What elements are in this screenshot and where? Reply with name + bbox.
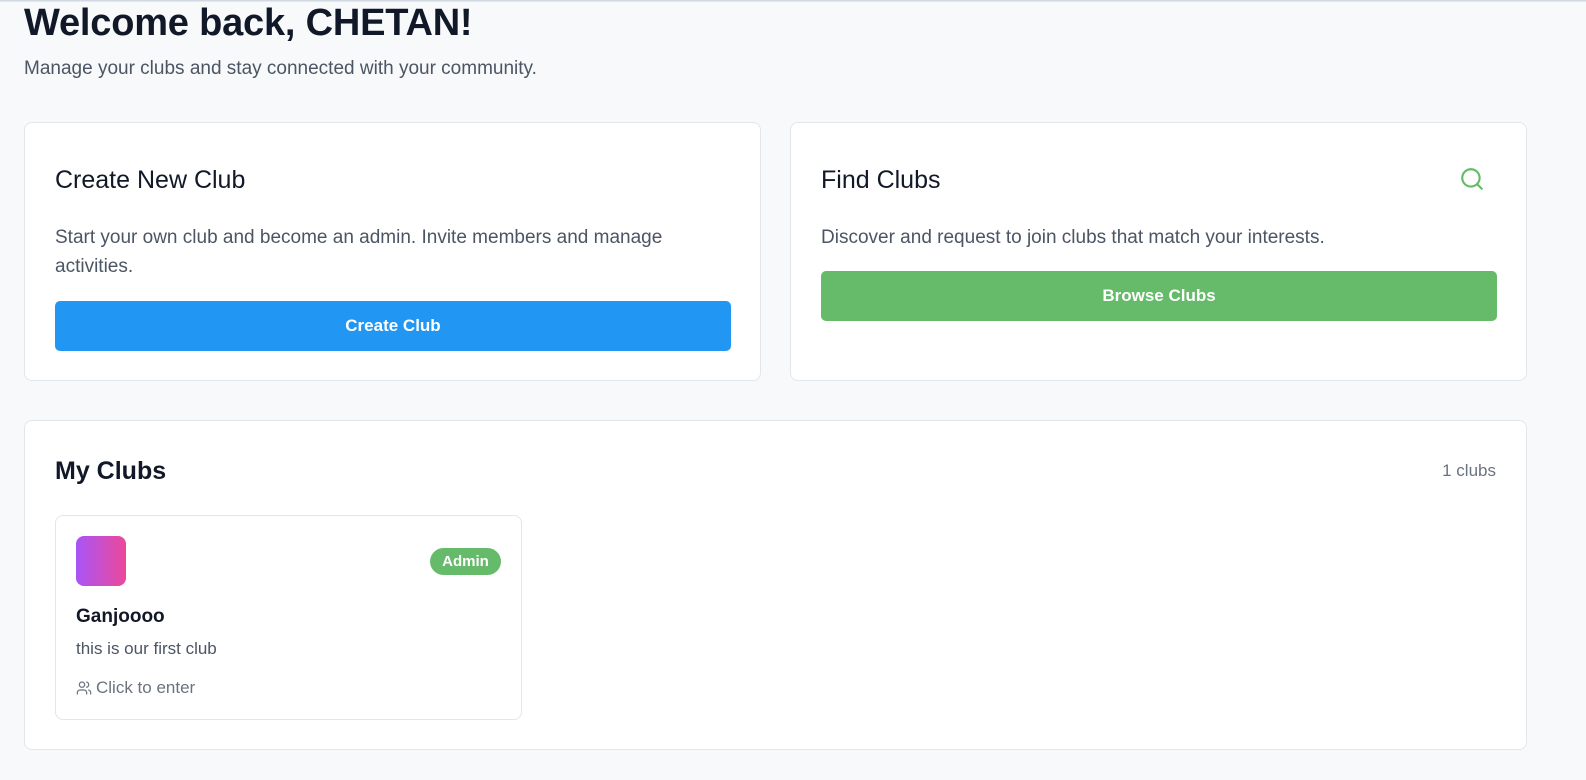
users-icon (76, 681, 92, 695)
create-club-card: Create New Club Start your own club and … (24, 122, 761, 381)
my-clubs-title: My Clubs (55, 457, 167, 485)
clubs-count: 1 clubs (1442, 461, 1496, 480)
club-enter-link[interactable]: Click to enter (76, 676, 195, 700)
find-clubs-card: Find Clubs Discover and request to join … (790, 122, 1527, 381)
create-club-button[interactable]: Create Club (55, 301, 731, 351)
browse-clubs-button[interactable]: Browse Clubs (821, 271, 1497, 321)
welcome-subtitle: Manage your clubs and stay connected wit… (24, 58, 537, 79)
club-card[interactable]: Admin Ganjoooo this is our first club Cl… (55, 515, 522, 720)
club-logo (76, 536, 126, 586)
create-club-title: Create New Club (55, 166, 246, 194)
my-clubs-section: My Clubs 1 clubs Admin Ganjoooo this is … (24, 420, 1527, 750)
search-icon (1461, 168, 1483, 190)
create-club-description: Start your own club and become an admin.… (55, 227, 663, 277)
find-clubs-title: Find Clubs (821, 166, 941, 194)
club-name: Ganjoooo (76, 606, 165, 627)
club-enter-label: Click to enter (96, 678, 196, 697)
role-badge: Admin (430, 548, 501, 575)
club-description: this is our first club (76, 639, 217, 658)
find-clubs-description: Discover and request to join clubs that … (821, 227, 1325, 248)
welcome-heading: Welcome back, CHETAN! (24, 2, 473, 44)
